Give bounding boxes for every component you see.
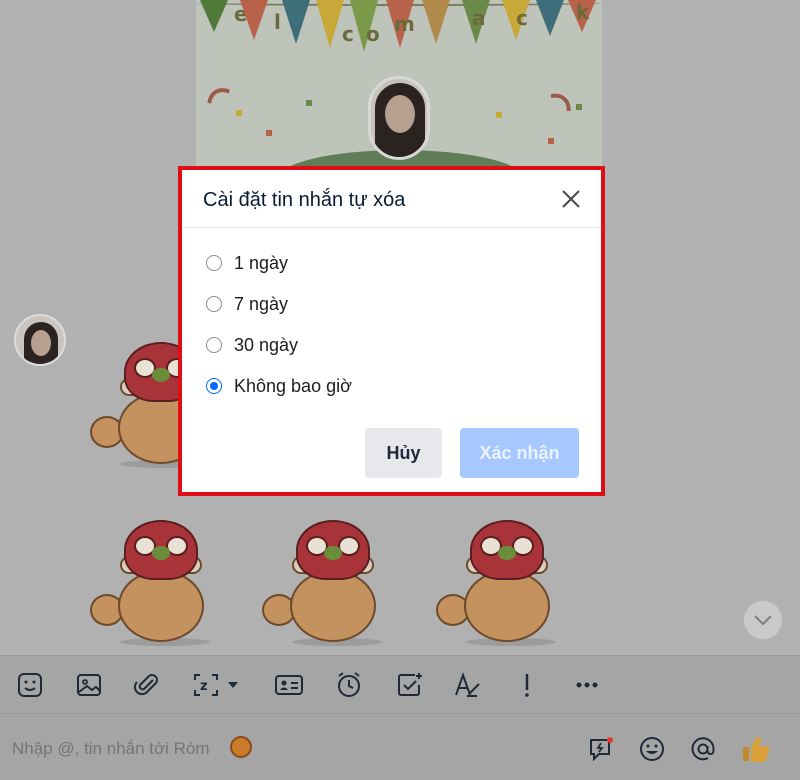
image-icon	[77, 674, 101, 696]
text-format-icon	[455, 671, 480, 697]
sticker-nose	[498, 546, 516, 560]
contact-card-button[interactable]	[272, 668, 306, 702]
avatar-face	[31, 330, 51, 356]
dialog-title: Cài đặt tin nhắn tự xóa	[203, 189, 406, 211]
screenshot-icon: z	[194, 674, 238, 696]
close-button[interactable]	[556, 184, 586, 214]
mention-button[interactable]	[688, 734, 718, 764]
confetti	[496, 112, 502, 118]
message-input[interactable]	[12, 736, 532, 762]
bunting-flag	[240, 0, 268, 40]
reminder-button[interactable]	[332, 668, 366, 702]
text-format-button[interactable]	[450, 668, 484, 702]
reminder-icon	[338, 672, 360, 697]
message-toolbar: z	[0, 655, 800, 713]
lion-dance-sticker[interactable]	[90, 512, 230, 652]
confirm-button[interactable]: Xác nhận	[460, 428, 579, 478]
welcome-letter: o	[366, 22, 380, 46]
option-7-days[interactable]: 7 ngày	[206, 291, 288, 317]
welcome-letter: l	[274, 10, 281, 34]
welcome-letter: k	[576, 0, 590, 24]
bunting-flag	[422, 0, 450, 44]
confetti	[548, 138, 554, 144]
scroll-down-button[interactable]	[743, 600, 783, 640]
option-label: Không bao giờ	[234, 375, 352, 396]
image-button[interactable]	[72, 668, 106, 702]
close-icon	[562, 190, 580, 208]
option-30-days[interactable]: 30 ngày	[206, 332, 298, 358]
radio-button[interactable]	[206, 255, 222, 271]
bunting-flag	[316, 0, 344, 48]
bunting-flag	[282, 0, 310, 44]
sticker-body	[464, 570, 550, 642]
bunting-flag	[536, 0, 564, 36]
sticker-body	[118, 570, 204, 642]
sticker-nose	[152, 368, 170, 382]
confetti	[236, 110, 242, 116]
sticker-nose	[152, 546, 170, 560]
confetti-streamer	[197, 80, 263, 152]
radio-button[interactable]	[206, 337, 222, 353]
urgent-icon	[525, 674, 529, 697]
attachment-button[interactable]	[130, 668, 164, 702]
sticker-icon	[18, 673, 42, 697]
welcome-letter: m	[394, 12, 415, 36]
lion-dance-sticker[interactable]	[262, 512, 402, 652]
quick-message-button[interactable]	[586, 734, 616, 764]
emoji-button[interactable]	[637, 734, 667, 764]
radio-button-selected[interactable]	[206, 378, 222, 394]
lion-dance-sticker[interactable]	[436, 512, 576, 652]
confetti-streamer	[511, 84, 581, 156]
more-icon	[576, 682, 598, 688]
cancel-button[interactable]: Hủy	[365, 428, 442, 478]
welcome-letter: a	[472, 6, 486, 30]
sticker-button[interactable]	[13, 668, 47, 702]
sticker-nose	[324, 546, 342, 560]
thumbs-up-icon	[743, 736, 770, 763]
option-1-day[interactable]: 1 ngày	[206, 250, 288, 276]
auto-delete-dialog: Cài đặt tin nhắn tự xóa 1 ngày 7 ngày 30…	[178, 166, 605, 496]
message-composer	[0, 713, 800, 780]
radio-button[interactable]	[206, 296, 222, 312]
confetti	[576, 104, 582, 110]
thumbs-up-button[interactable]	[738, 734, 774, 764]
option-label: 1 ngày	[234, 252, 289, 273]
confetti	[266, 130, 272, 136]
confetti	[306, 100, 312, 106]
task-icon	[398, 673, 422, 696]
sender-avatar[interactable]	[14, 314, 66, 366]
mention-icon	[691, 737, 715, 761]
welcome-letter: c	[516, 6, 528, 30]
dialog-header: Cài đặt tin nhắn tự xóa	[182, 170, 601, 228]
welcome-card: e l c o m a c k	[196, 0, 602, 170]
more-button[interactable]	[570, 668, 604, 702]
contact-card-icon	[275, 675, 303, 695]
option-label: 30 ngày	[234, 334, 299, 355]
option-never[interactable]: Không bao giờ	[206, 373, 352, 399]
attachment-icon	[133, 674, 158, 696]
urgent-button[interactable]	[510, 668, 544, 702]
task-button[interactable]	[392, 668, 426, 702]
avatar-face	[385, 95, 415, 133]
svg-text:z: z	[200, 679, 208, 694]
option-label: 7 ngày	[234, 293, 289, 314]
screenshot-button[interactable]: z	[190, 668, 246, 702]
recipient-emoji-icon	[230, 736, 252, 758]
quick-message-icon	[590, 737, 613, 762]
sticker-body	[290, 570, 376, 642]
chevron-down-icon	[754, 615, 772, 626]
bunting-flag	[200, 0, 228, 32]
card-avatar	[368, 76, 430, 160]
emoji-icon	[640, 737, 664, 761]
